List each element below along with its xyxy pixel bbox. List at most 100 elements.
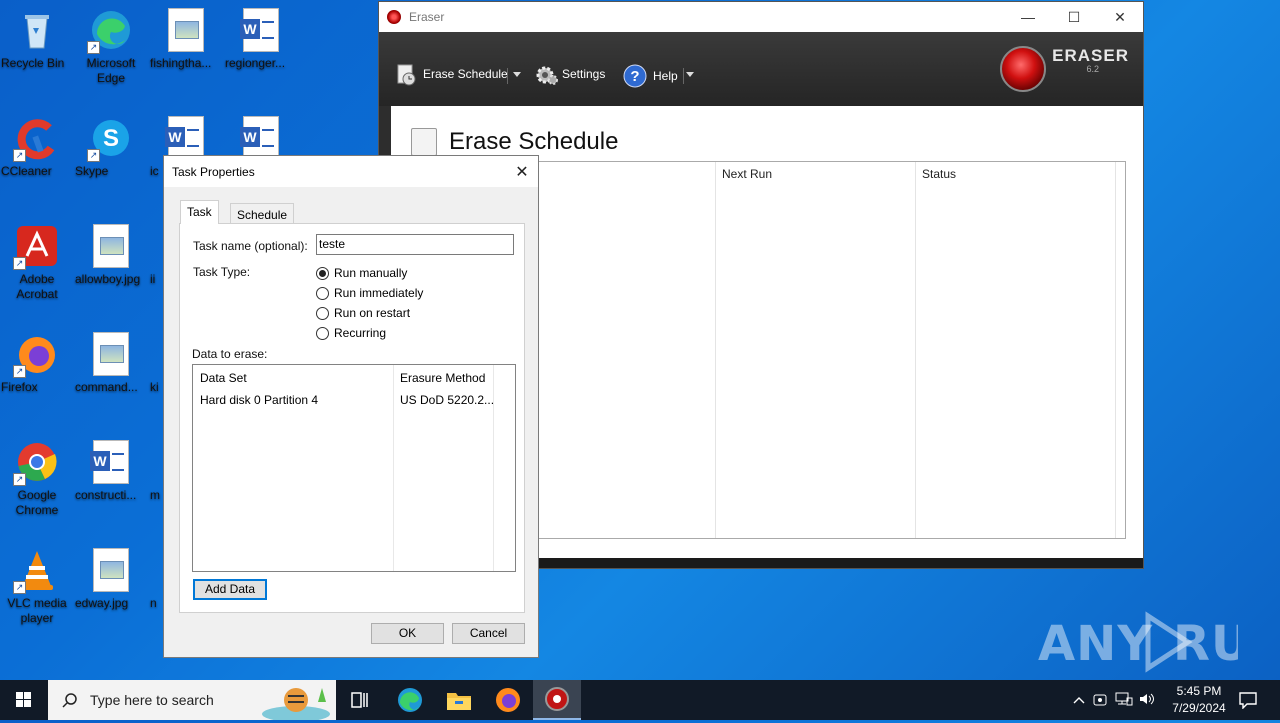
- eraser-titlebar[interactable]: Eraser — ☐ ✕: [379, 2, 1143, 32]
- acrobat-icon: ↗: [13, 224, 59, 270]
- taskbar-firefox[interactable]: [484, 680, 532, 720]
- taskbar-clock[interactable]: 5:45 PM 7/29/2024: [1164, 683, 1234, 717]
- schedule-icon: [397, 64, 417, 86]
- desktop-icon-ccleaner[interactable]: ↗ CCleaner: [1, 116, 73, 178]
- desktop-icon-regionger[interactable]: W regionger...: [225, 8, 297, 70]
- word-file-icon: W: [240, 116, 279, 160]
- desktop-icon-edway[interactable]: edway.jpg: [75, 548, 147, 610]
- taskbar-task-view[interactable]: [336, 680, 384, 720]
- desktop-icon-partial-ii[interactable]: ii: [150, 224, 164, 286]
- svg-text:S: S: [103, 125, 119, 152]
- shortcut-arrow-icon: ↗: [13, 149, 26, 162]
- minimize-button[interactable]: —: [1005, 2, 1051, 32]
- taskbar-eraser[interactable]: [533, 680, 581, 720]
- desktop-icon-firefox[interactable]: ↗ Firefox: [1, 332, 73, 394]
- column-header-data-set[interactable]: Data Set: [200, 371, 247, 385]
- desktop-icon-vlc[interactable]: ↗ VLC media player: [1, 548, 73, 625]
- gear-icon: [536, 64, 558, 85]
- image-file-icon: [168, 8, 204, 52]
- volume-icon[interactable]: [1136, 691, 1158, 710]
- desktop-icon-partial-n[interactable]: n: [150, 548, 164, 610]
- settings-button[interactable]: Settings: [536, 64, 606, 85]
- help-button[interactable]: ? Help: [623, 64, 678, 88]
- erase-schedule-label: Erase Schedule: [423, 67, 508, 81]
- search-highlight-image: [258, 680, 334, 722]
- desktop-icon-recycle-bin[interactable]: Recycle Bin: [1, 8, 73, 70]
- tab-task[interactable]: Task: [180, 200, 219, 224]
- search-icon: [62, 692, 78, 708]
- svg-text:?: ?: [630, 68, 639, 85]
- maximize-button[interactable]: ☐: [1051, 2, 1097, 32]
- desktop-icon-adobe-acrobat[interactable]: ↗ Adobe Acrobat: [1, 224, 73, 301]
- data-to-erase-list[interactable]: Data Set Erasure Method Hard disk 0 Part…: [192, 364, 516, 572]
- help-dropdown-icon[interactable]: [686, 72, 694, 77]
- column-header-status[interactable]: Status: [916, 162, 956, 186]
- dialog-title: Task Properties: [172, 164, 255, 179]
- image-file-icon: [93, 224, 129, 268]
- dialog-titlebar[interactable]: Task Properties ✕: [164, 156, 538, 187]
- svg-text:RUN: RUN: [1173, 616, 1238, 672]
- desktop-icon-allowboy[interactable]: allowboy.jpg: [75, 224, 147, 286]
- svg-text:ANY: ANY: [1038, 616, 1153, 672]
- clock-date: 7/29/2024: [1172, 701, 1226, 715]
- vlc-icon: ↗: [13, 548, 59, 594]
- eraser-app-icon: [545, 687, 569, 711]
- column-divider: [1115, 162, 1116, 538]
- radio-run-immediately[interactable]: Run immediately: [316, 286, 423, 300]
- search-placeholder: Type here to search: [90, 692, 214, 708]
- data-to-erase-label: Data to erase:: [192, 347, 268, 361]
- meet-now-icon[interactable]: [1088, 691, 1112, 710]
- task-name-input[interactable]: teste: [316, 234, 514, 255]
- ccleaner-icon: ↗: [13, 116, 59, 162]
- start-button[interactable]: [0, 680, 48, 720]
- column-header-next-run[interactable]: Next Run: [716, 162, 772, 186]
- notifications-button[interactable]: [1228, 680, 1268, 720]
- chevron-up-icon[interactable]: [1070, 693, 1088, 707]
- ok-button[interactable]: OK: [371, 623, 444, 644]
- erase-schedule-button[interactable]: Erase Schedule: [397, 64, 508, 86]
- desktop-icon-edge[interactable]: ↗ Microsoft Edge: [75, 8, 147, 85]
- erasure-method-cell: US DoD 5220.2...: [400, 393, 495, 407]
- add-data-button[interactable]: Add Data: [193, 579, 267, 600]
- radio-run-manually[interactable]: Run manually: [316, 266, 407, 280]
- word-file-icon: W: [165, 116, 204, 160]
- desktop-icon-command[interactable]: command...: [75, 332, 147, 394]
- desktop-icon-fishingtha[interactable]: fishingtha...: [150, 8, 222, 70]
- cancel-button[interactable]: Cancel: [452, 623, 525, 644]
- toolbar-separator: [507, 68, 508, 84]
- windows-icon: [16, 692, 31, 707]
- shortcut-arrow-icon: ↗: [87, 149, 100, 162]
- task-properties-dialog: Task Properties ✕ Task Schedule Task nam…: [163, 155, 539, 658]
- eraser-window-title: Eraser: [409, 10, 445, 24]
- radio-empty-icon: [316, 326, 329, 340]
- edge-icon: ↗: [87, 8, 133, 54]
- column-divider: [915, 162, 916, 538]
- shortcut-arrow-icon: ↗: [13, 473, 26, 486]
- radio-recurring[interactable]: Recurring: [316, 326, 386, 340]
- taskbar-search-box[interactable]: Type here to search: [48, 680, 336, 722]
- dialog-close-icon[interactable]: ✕: [506, 162, 538, 182]
- taskbar-edge[interactable]: [386, 680, 434, 720]
- desktop-icon-constructi[interactable]: W constructi...: [75, 440, 147, 502]
- folder-icon: [447, 693, 471, 710]
- page-title: Erase Schedule: [411, 128, 618, 156]
- taskbar-file-explorer[interactable]: [435, 680, 483, 720]
- chrome-icon: ↗: [13, 440, 59, 486]
- data-set-cell: Hard disk 0 Partition 4: [200, 393, 319, 407]
- desktop-icon-chrome[interactable]: ↗ Google Chrome: [1, 440, 73, 517]
- shortcut-arrow-icon: ↗: [13, 365, 26, 378]
- erase-schedule-dropdown-icon[interactable]: [513, 72, 521, 77]
- word-file-icon: W: [90, 440, 129, 484]
- toolbar-separator: [683, 68, 684, 84]
- column-header-erasure-method[interactable]: Erasure Method: [400, 371, 485, 385]
- desktop-icon-partial-m[interactable]: m: [150, 440, 164, 502]
- desktop-icon-skype[interactable]: S ↗ Skype: [75, 116, 147, 178]
- column-divider: [393, 365, 394, 571]
- schedule-icon: [411, 128, 437, 156]
- network-icon[interactable]: [1112, 691, 1136, 710]
- desktop-icon-partial-ki[interactable]: ki: [150, 332, 164, 394]
- firefox-icon: ↗: [13, 332, 59, 378]
- settings-label: Settings: [562, 67, 606, 81]
- close-button[interactable]: ✕: [1097, 2, 1143, 32]
- radio-run-on-restart[interactable]: Run on restart: [316, 306, 410, 320]
